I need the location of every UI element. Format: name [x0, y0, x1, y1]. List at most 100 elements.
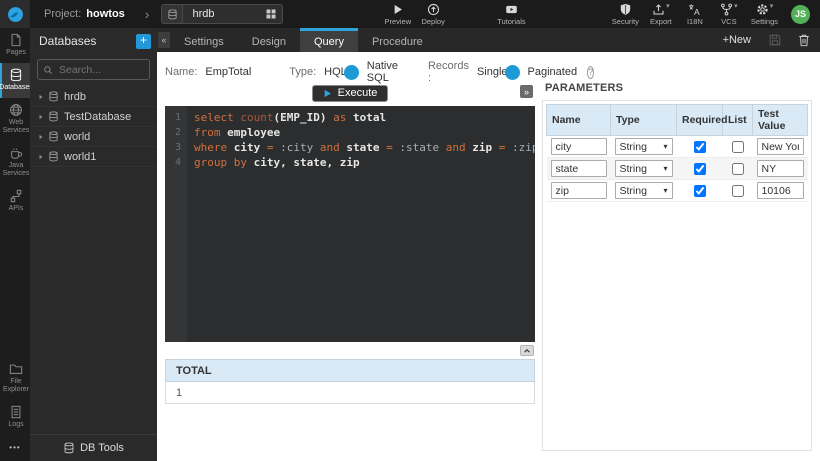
- param-col-name: Name: [547, 105, 611, 136]
- tutorials-button[interactable]: Tutorials: [492, 0, 530, 28]
- select-arrow-icon: ▾: [663, 164, 667, 173]
- panel-collapse-button[interactable]: «: [158, 32, 170, 48]
- new-query-button[interactable]: +New: [723, 34, 751, 46]
- user-avatar[interactable]: JS: [791, 5, 810, 24]
- type-option-native-sql[interactable]: Native SQL: [367, 60, 398, 84]
- tab-settings[interactable]: Settings: [170, 28, 238, 52]
- param-list-checkbox[interactable]: [732, 141, 744, 153]
- logs-icon: [9, 405, 23, 421]
- param-list-checkbox[interactable]: [732, 185, 744, 197]
- param-type-select[interactable]: String▾: [615, 182, 673, 199]
- param-name-input[interactable]: [551, 138, 607, 155]
- expand-caret-icon[interactable]: [38, 94, 48, 100]
- sidebar-item-databases[interactable]: Databases: [0, 63, 30, 98]
- tab-procedure[interactable]: Procedure: [358, 28, 437, 52]
- db-tools-button[interactable]: DB Tools: [30, 434, 157, 461]
- param-required-checkbox[interactable]: [694, 163, 706, 175]
- param-row: String▾: [547, 180, 808, 202]
- param-test-value-input[interactable]: [757, 160, 804, 177]
- project-name: howtos: [86, 8, 125, 20]
- sidebar-item-logs[interactable]: Logs: [0, 400, 30, 435]
- sidebar-item-apis[interactable]: APIs: [0, 184, 30, 219]
- results-cell: 1: [166, 382, 535, 404]
- database-tree-item-world1[interactable]: world1: [30, 147, 157, 167]
- database-search: [37, 59, 150, 80]
- i18n-button[interactable]: A I18N: [678, 0, 712, 28]
- add-database-button[interactable]: +: [136, 34, 151, 49]
- code-line: 3where city = :city and state = :state a…: [165, 140, 535, 155]
- execute-button[interactable]: Execute: [312, 85, 389, 102]
- param-col-required: Required: [677, 105, 723, 136]
- app-logo[interactable]: [0, 0, 30, 28]
- parameters-title: PARAMETERS: [545, 82, 812, 94]
- name-label: Name:: [165, 66, 197, 78]
- save-icon[interactable]: [767, 33, 782, 48]
- topbar-right-actions: Security ▾ Export A I18N ▾ VCS ▾ Setting…: [607, 0, 783, 28]
- chevron-down-icon: ▾: [770, 3, 774, 11]
- param-required-checkbox[interactable]: [694, 141, 706, 153]
- topbar: Project: howtos › hrdb Preview Deploy Tu…: [0, 0, 820, 28]
- code-lines: 1select count(EMP_ID) as total2from empl…: [165, 110, 535, 170]
- database-selector[interactable]: hrdb: [161, 4, 283, 24]
- security-button[interactable]: Security: [607, 0, 644, 28]
- gear-icon: [756, 3, 769, 16]
- delete-icon[interactable]: [796, 33, 811, 48]
- tabbar: « SettingsDesignQueryProcedure +New: [157, 28, 820, 52]
- export-button[interactable]: ▾ Export: [644, 0, 678, 28]
- pages-icon: [9, 33, 23, 49]
- expand-caret-icon[interactable]: [38, 154, 48, 160]
- database-icon: [48, 151, 59, 162]
- sidebar-item-file-explorer[interactable]: File Explorer: [0, 357, 30, 400]
- studio-window: Project: howtos › hrdb Preview Deploy Tu…: [0, 0, 820, 461]
- select-arrow-icon: ▾: [663, 142, 667, 151]
- records-option-single[interactable]: Single: [477, 66, 508, 78]
- param-test-value-input[interactable]: [757, 138, 804, 155]
- select-arrow-icon: ▾: [663, 186, 667, 195]
- nav-rail-top: Pages Databases Web Services Java Servic…: [0, 28, 30, 219]
- database-tree-item-testdatabase[interactable]: TestDatabase: [30, 107, 157, 127]
- param-name-input[interactable]: [551, 182, 607, 199]
- tutorials-icon: [505, 3, 518, 16]
- results-table: TOTAL 1: [165, 359, 535, 404]
- type-label: Type:: [289, 66, 316, 78]
- wavemaker-logo-icon: [7, 6, 24, 23]
- deploy-icon: [427, 3, 440, 16]
- execute-row: Execute »: [165, 84, 535, 102]
- params-collapse-button[interactable]: »: [520, 85, 533, 98]
- database-tree-item-world[interactable]: world: [30, 127, 157, 147]
- param-list-checkbox[interactable]: [732, 163, 744, 175]
- grid-view-icon[interactable]: [260, 8, 282, 20]
- param-test-value-input[interactable]: [757, 182, 804, 199]
- tab-design[interactable]: Design: [238, 28, 300, 52]
- settings-button[interactable]: ▾ Settings: [746, 0, 783, 28]
- database-tree-item-hrdb[interactable]: hrdb: [30, 87, 157, 107]
- project-label: Project:: [44, 8, 81, 20]
- results-column-header: TOTAL: [166, 360, 535, 382]
- play-icon: [391, 3, 404, 16]
- param-name-input[interactable]: [551, 160, 607, 177]
- param-required-checkbox[interactable]: [694, 185, 706, 197]
- param-type-select[interactable]: String▾: [615, 160, 673, 177]
- param-row: String▾: [547, 136, 808, 158]
- chevron-up-icon: [523, 347, 531, 355]
- database-search-input[interactable]: [57, 63, 144, 77]
- vcs-button[interactable]: ▾ VCS: [712, 0, 746, 28]
- params-tbody: String▾ String▾ String▾: [547, 136, 808, 202]
- sidebar-item-pages[interactable]: Pages: [0, 28, 30, 63]
- results-collapse-button[interactable]: [520, 345, 534, 356]
- nav-overflow-button[interactable]: •••: [0, 435, 30, 461]
- expand-caret-icon[interactable]: [38, 134, 48, 140]
- sql-editor[interactable]: 1select count(EMP_ID) as total2from empl…: [165, 106, 535, 342]
- chevron-down-icon: ▾: [734, 3, 738, 11]
- param-row: String▾: [547, 158, 808, 180]
- expand-caret-icon[interactable]: [38, 114, 48, 120]
- param-type-select[interactable]: String▾: [615, 138, 673, 155]
- shield-icon: [619, 3, 632, 16]
- deploy-button[interactable]: Deploy: [416, 0, 450, 28]
- tab-query[interactable]: Query: [300, 28, 358, 52]
- sidebar-item-web-services[interactable]: Web Services: [0, 98, 30, 141]
- sidebar-item-java-services[interactable]: Java Services: [0, 141, 30, 184]
- nav-rail: Pages Databases Web Services Java Servic…: [0, 28, 30, 461]
- preview-button[interactable]: Preview: [379, 0, 416, 28]
- database-tree: hrdb TestDatabase world world1: [30, 87, 157, 434]
